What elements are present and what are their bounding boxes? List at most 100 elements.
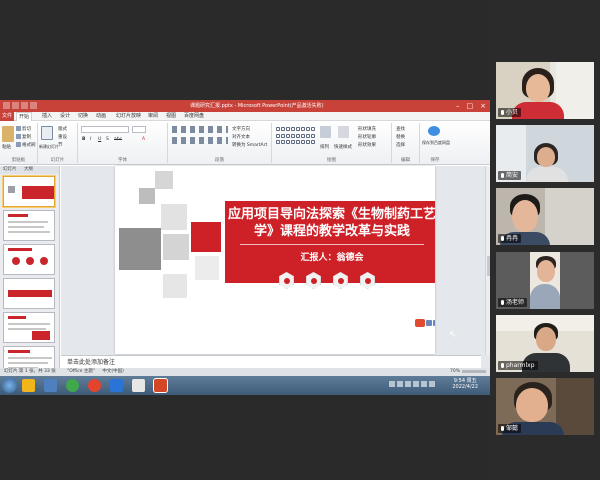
tray-icon[interactable] [389,381,395,387]
format-painter-button[interactable]: 格式刷 [16,142,36,148]
copy-label: 复制 [22,135,31,140]
slide-thumbnail-4[interactable]: 4 [3,278,55,309]
tab-design[interactable]: 设计 [58,112,72,121]
participant-tile[interactable]: 简安 [496,125,594,182]
section-button[interactable]: 节 [58,142,63,148]
tray-icon[interactable] [405,381,411,387]
paste-button[interactable]: 粘贴 [2,144,11,150]
meeting-app-icon[interactable] [110,379,123,392]
align-buttons[interactable] [172,137,228,144]
ribbon-tabs: 文件 开始 插入 设计 切换 动画 幻灯片放映 审阅 视图 百度网盘 [0,112,490,122]
slide-thumbnail-2[interactable]: 2 [3,210,55,241]
quick-styles-button[interactable]: 快速样式 [334,144,352,150]
copy-button[interactable]: 复制 [16,134,31,140]
font-color-button[interactable]: A [142,137,145,142]
font-size-select[interactable] [132,126,146,133]
ime-option-icon[interactable] [433,320,435,326]
app-icon[interactable] [3,102,10,109]
chrome-icon[interactable] [88,379,101,392]
redo-icon[interactable] [30,102,37,109]
shape-effects-button[interactable]: 形状效果 [358,142,376,148]
baidu-cloud-icon[interactable] [428,126,440,136]
clock[interactable]: 9:54 周五 2022/4/22 [452,378,478,390]
shape-outline-button[interactable]: 形状轮廓 [358,134,376,140]
sogou-ime-icon[interactable] [415,319,425,327]
ime-option-icon[interactable] [426,320,432,326]
zoom-level[interactable]: 70% [450,368,460,376]
clock-date: 2022/4/22 [452,384,478,390]
align-text-button[interactable]: 对齐文本 [232,134,250,140]
notes-pane[interactable]: 单击此处添加备注 [61,355,481,368]
replace-button[interactable]: 替换 [396,134,405,140]
decor-square [161,204,187,230]
current-slide[interactable]: 应用项目导向法探索《生物制药工艺学》课程的教学改革与实践 汇报人：翁德会 [115,166,435,354]
presenter-name[interactable]: 汇报人：翁德会 [227,250,435,263]
slide-thumbnail-5[interactable]: 5 [3,312,55,343]
quick-styles-icon[interactable] [338,126,349,138]
font-name-select[interactable] [81,126,129,133]
maximize-button[interactable]: □ [467,100,474,112]
close-button[interactable]: × [480,100,486,112]
cut-button[interactable]: 剪切 [16,126,31,132]
tab-view[interactable]: 视图 [164,112,178,121]
tray-icon[interactable] [413,381,419,387]
powerpoint-icon[interactable] [154,379,167,392]
italic-button[interactable]: I [90,137,91,142]
new-slide-button[interactable]: 新建幻灯片 [39,144,59,150]
tab-baidu-netdisk[interactable]: 百度网盘 [182,112,206,121]
tab-transitions[interactable]: 切换 [76,112,90,121]
decor-square [163,234,189,260]
ime-toolbar[interactable] [415,319,435,327]
new-slide-icon[interactable] [41,126,53,140]
tab-insert[interactable]: 插入 [40,112,54,121]
convert-smartart-button[interactable]: 转换为 SmartArt [232,142,267,148]
layout-button[interactable]: 版式 [58,126,67,132]
search-icon[interactable] [44,379,57,392]
slide-title[interactable]: 应用项目导向法探索《生物制药工艺学》课程的教学改革与实践 [227,206,435,240]
tab-animations[interactable]: 动画 [94,112,108,121]
tab-file[interactable]: 文件 [0,112,14,121]
minimize-button[interactable]: – [456,100,460,112]
bold-button[interactable]: B [82,137,85,142]
participant-tile[interactable]: 冉冉 [496,188,594,245]
slide-thumbnail-1[interactable]: 1 [3,176,55,207]
paste-icon[interactable] [2,126,14,142]
find-button[interactable]: 查找 [396,126,405,132]
select-button[interactable]: 选择 [396,142,405,148]
save-group: 保存到百度网盘 保存 [420,123,450,163]
volume-icon[interactable] [429,381,435,387]
text-direction-button[interactable]: 文字方向 [232,126,250,132]
explorer-icon[interactable] [22,379,35,392]
mic-icon [501,300,504,305]
participant-tile[interactable]: 汤老师 [496,252,594,309]
notes-app-icon[interactable] [132,379,145,392]
powerpoint-window: 课题研究汇报.pptx - Microsoft PowerPoint(产品激活失… [0,100,490,395]
tab-review[interactable]: 审阅 [146,112,160,121]
arrange-button[interactable]: 排列 [320,144,329,150]
shapes-gallery[interactable] [276,127,316,147]
list-buttons[interactable] [172,126,228,133]
network-icon[interactable] [421,381,427,387]
tab-slides[interactable]: 幻灯片 [3,167,17,172]
participant-tile[interactable]: 小贝 [496,62,594,119]
tab-slideshow[interactable]: 幻灯片放映 [114,112,143,121]
tab-outline[interactable]: 大纲 [24,167,33,172]
shadow-button[interactable]: S [106,137,109,142]
zoom-slider[interactable] [462,370,486,373]
shape-fill-button[interactable]: 形状填充 [358,126,376,132]
clipboard-group: 粘贴 剪切 复制 格式刷 剪贴板 [0,123,38,163]
reset-button[interactable]: 重设 [58,134,67,140]
windows-taskbar: 9:54 周五 2022/4/22 [0,376,490,395]
undo-icon[interactable] [21,102,28,109]
arrange-icon[interactable] [320,126,331,138]
save-icon[interactable] [12,102,19,109]
tray-icon[interactable] [397,381,403,387]
participant-tile[interactable]: pharmlxp [496,315,594,372]
save-to-netdisk-button[interactable]: 保存到百度网盘 [422,140,450,146]
participant-tile-active-speaker[interactable]: 邹懿 [496,378,594,435]
slide-thumbnail-3[interactable]: 3 [3,244,55,275]
start-button[interactable] [2,378,17,393]
strikethrough-button[interactable]: abc [114,137,122,142]
browser-icon[interactable] [66,379,79,392]
underline-button[interactable]: U [98,137,101,142]
